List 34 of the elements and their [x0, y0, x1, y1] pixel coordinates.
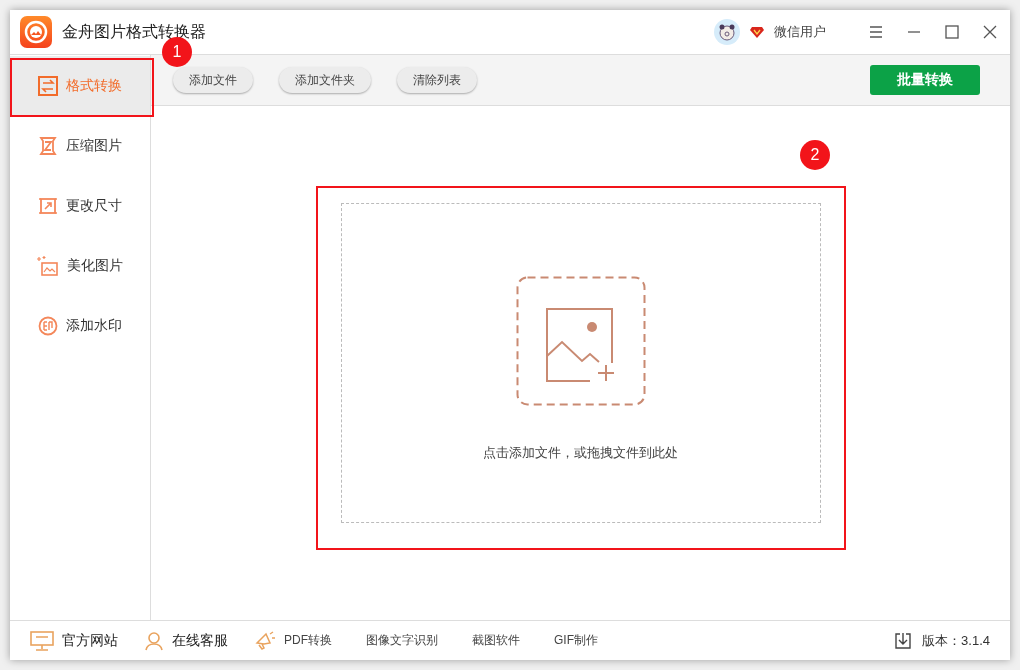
download-icon[interactable]	[894, 631, 913, 650]
resize-icon	[38, 196, 58, 216]
sidebar-item[interactable]: 压缩图片	[10, 116, 150, 176]
footer-link[interactable]: 图像文字识别	[366, 632, 438, 649]
maximize-icon	[945, 25, 959, 39]
sparkle-image-icon	[37, 255, 59, 277]
menu-icon	[869, 25, 883, 39]
version-label: 版本：3.1.4	[922, 631, 990, 650]
drop-zone[interactable]: 点击添加文件，或拖拽文件到此处	[340, 203, 821, 523]
stamp-icon	[38, 316, 58, 336]
close-icon	[983, 25, 997, 39]
monitor-icon	[30, 630, 54, 651]
footer-link[interactable]: 在线客服	[144, 630, 228, 651]
sidebar-item[interactable]: 美化图片	[10, 236, 150, 296]
person-icon	[144, 630, 164, 651]
footer-link[interactable]: 官方网站	[30, 630, 118, 651]
toolbar-button[interactable]: 清除列表	[397, 67, 477, 93]
add-image-icon[interactable]	[515, 276, 646, 406]
swap-icon	[38, 76, 58, 96]
user-name[interactable]: 微信用户	[774, 23, 826, 41]
avatar-icon	[714, 19, 740, 45]
footer-link[interactable]: PDF转换	[254, 630, 332, 651]
footer-link[interactable]: GIF制作	[554, 632, 598, 649]
sidebar-item[interactable]: 添加水印	[10, 296, 150, 356]
app-logo-icon	[20, 16, 52, 48]
footer-link[interactable]: 截图软件	[472, 632, 520, 649]
megaphone-icon	[254, 630, 276, 651]
sidebar-item[interactable]: 更改尺寸	[10, 176, 150, 236]
drop-hint: 点击添加文件，或拖拽文件到此处	[483, 444, 678, 462]
toolbar-button[interactable]: 添加文件夹	[279, 67, 371, 93]
toolbar-button[interactable]: 添加文件	[173, 67, 253, 93]
compress-icon	[38, 136, 58, 156]
diamond-icon	[750, 25, 764, 39]
maximize-button[interactable]	[942, 22, 962, 42]
